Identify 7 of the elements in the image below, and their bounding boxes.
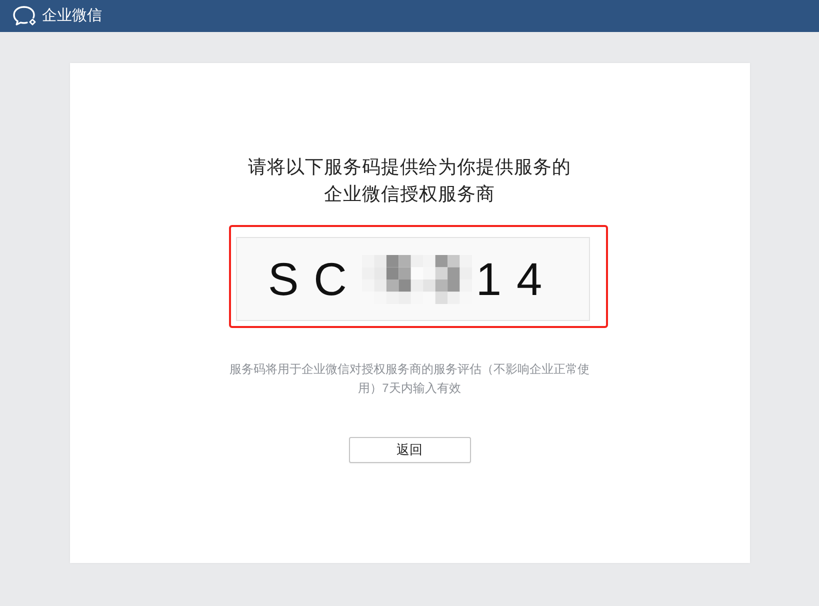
back-button[interactable]: 返回	[348, 437, 470, 463]
instruction-text: 请将以下服务码提供给为你提供服务的企业微信授权服务商	[247, 155, 572, 206]
validity-note: 服务码将用于企业微信对授权服务商的服务评估（不影响企业正常使用）7天内输入有效	[228, 361, 590, 397]
service-code-text: SC	[268, 256, 362, 302]
app-name: 企业微信	[42, 6, 102, 26]
service-code-text: 14	[476, 256, 558, 302]
chat-bubble-logo-icon	[12, 5, 38, 27]
